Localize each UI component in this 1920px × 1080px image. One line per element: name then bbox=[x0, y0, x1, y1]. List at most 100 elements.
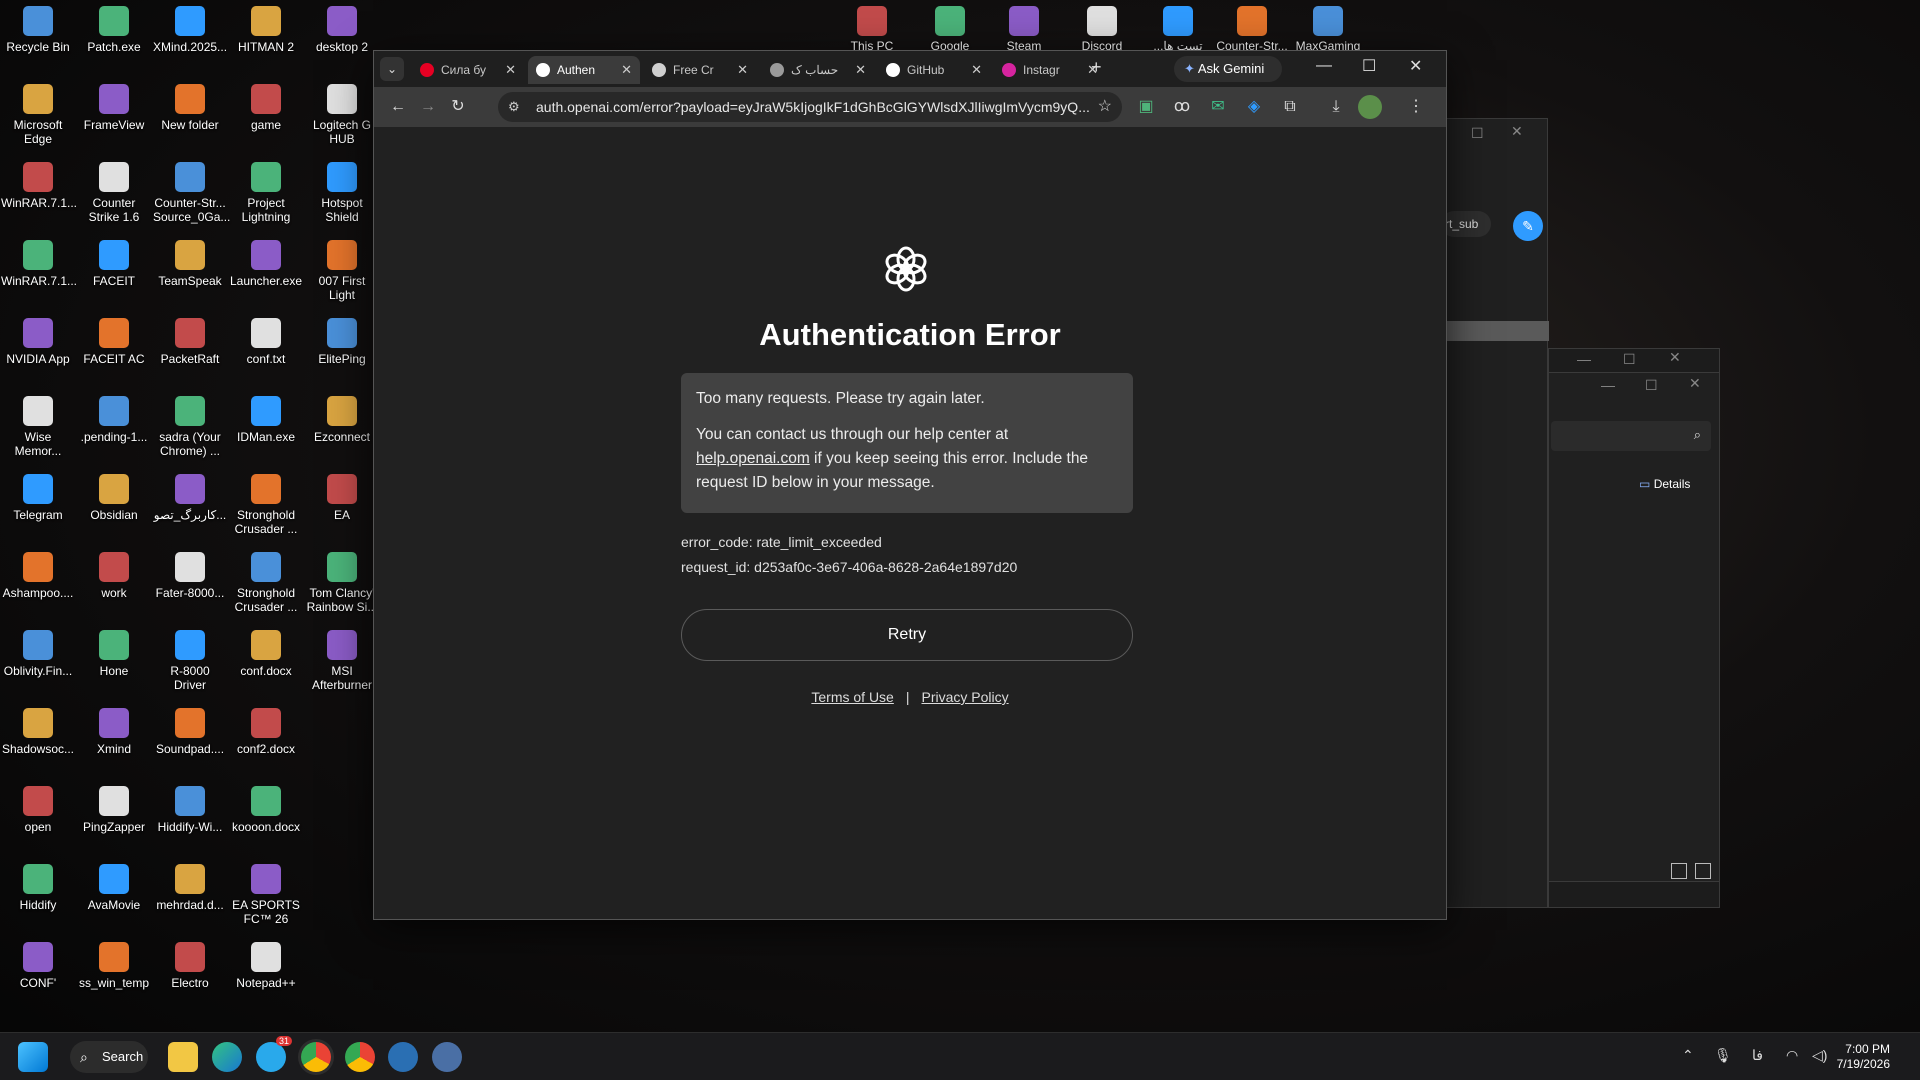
desktop-icon[interactable]: conf.docx bbox=[228, 624, 304, 696]
desktop-icon[interactable]: Shadowsoc... bbox=[0, 702, 76, 774]
thumbnail-view-icon[interactable] bbox=[1695, 863, 1711, 879]
desktop-icon[interactable]: PingZapper bbox=[76, 780, 152, 852]
desktop-icon[interactable]: NVIDIA App bbox=[0, 312, 76, 384]
browser-tab[interactable]: Free Cr ✕ bbox=[644, 56, 756, 84]
desktop-icon[interactable]: FACEIT bbox=[76, 234, 152, 306]
desktop-icon[interactable]: MSI Afterburner bbox=[304, 624, 380, 696]
menu-kebab-icon[interactable]: ⋮ bbox=[1404, 95, 1428, 119]
desktop-icon[interactable]: Notepad++ bbox=[228, 936, 304, 1008]
download-icon[interactable]: ⤓ bbox=[1324, 95, 1348, 119]
maximize-icon[interactable]: ☐ bbox=[1623, 351, 1636, 368]
desktop-icon[interactable]: Counter Strike 1.6 bbox=[76, 156, 152, 228]
maximize-icon[interactable]: ☐ bbox=[1645, 377, 1658, 394]
tab-search-button[interactable]: ⌄ bbox=[380, 57, 404, 81]
desktop-icon[interactable]: WinRAR.7.1... bbox=[0, 234, 77, 306]
desktop-icon[interactable]: sadra (Your Chrome) ... bbox=[152, 390, 228, 462]
address-bar[interactable]: ⚙ auth.openai.com/error?payload=eyJraW5k… bbox=[498, 92, 1122, 122]
browser-tab[interactable]: حساب ک ✕ bbox=[762, 56, 874, 84]
maximize-icon[interactable]: ☐ bbox=[1362, 56, 1376, 76]
extension-shield-icon[interactable]: ◈ bbox=[1242, 95, 1266, 119]
desktop-icon[interactable]: open bbox=[0, 780, 76, 852]
desktop-icon[interactable]: FrameView bbox=[76, 78, 152, 150]
desktop-icon[interactable]: ElitePing bbox=[304, 312, 380, 384]
desktop-icon[interactable]: Hotspot Shield bbox=[304, 156, 380, 228]
desktop-icon[interactable]: FACEIT AC bbox=[76, 312, 152, 384]
wifi-icon[interactable]: ◠ bbox=[1786, 1047, 1798, 1064]
desktop-icon[interactable]: ss_win_temp bbox=[76, 936, 152, 1008]
browser-tab[interactable]: Authen ✕ bbox=[528, 56, 640, 84]
desktop-icon[interactable]: work bbox=[76, 546, 152, 618]
help-center-link[interactable]: help.openai.com bbox=[696, 450, 810, 467]
desktop-icon[interactable]: TeamSpeak bbox=[152, 234, 228, 306]
extension-screen-icon[interactable]: ▣ bbox=[1134, 95, 1158, 119]
tab-close-icon[interactable]: ✕ bbox=[621, 62, 632, 78]
desktop-icon[interactable]: XMind.2025... bbox=[152, 0, 228, 72]
desktop-icon[interactable]: Soundpad.... bbox=[152, 702, 228, 774]
minimize-icon[interactable]: — bbox=[1577, 351, 1591, 367]
desktop-icon[interactable]: Wise Memor... bbox=[0, 390, 76, 462]
desktop-icon[interactable]: Project Lightning bbox=[228, 156, 304, 228]
site-info-icon[interactable]: ⚙ bbox=[508, 92, 520, 122]
desktop-icon[interactable]: IDMan.exe bbox=[228, 390, 304, 462]
desktop-icon[interactable]: Launcher.exe bbox=[228, 234, 304, 306]
desktop-icon[interactable]: Patch.exe bbox=[76, 0, 152, 72]
minimize-icon[interactable]: — bbox=[1601, 377, 1615, 393]
desktop-icon[interactable]: ...تست ها bbox=[1140, 0, 1216, 53]
extension-translate-icon[interactable]: ꝏ bbox=[1170, 95, 1194, 119]
telegram-icon[interactable]: 31 bbox=[256, 1036, 292, 1072]
desktop-icon[interactable]: Xmind bbox=[76, 702, 152, 774]
list-view-icon[interactable] bbox=[1671, 863, 1687, 879]
desktop-icon[interactable]: koooon.docx bbox=[228, 780, 304, 852]
browser-window[interactable]: ⌄ Сила бу ✕ Authen ✕ Free Cr ✕ حساب ک ✕ GitHub ✕ I… bbox=[373, 50, 1447, 920]
desktop-icon[interactable]: Tom Clancy' Rainbow Si... bbox=[304, 546, 380, 618]
desktop-icon[interactable]: Hone bbox=[76, 624, 152, 696]
tab-close-icon[interactable]: ✕ bbox=[855, 62, 866, 78]
desktop-icon[interactable]: CONF' bbox=[0, 936, 76, 1008]
close-icon[interactable]: ✕ bbox=[1511, 123, 1523, 140]
tab-pill[interactable]: rt_sub bbox=[1441, 211, 1491, 237]
microphone-icon[interactable]: 🎙 bbox=[1714, 1047, 1732, 1064]
desktop-icon[interactable]: Oblivity.Fin... bbox=[0, 624, 76, 696]
search-box[interactable]: ⌕ bbox=[1551, 421, 1711, 451]
desktop-icon[interactable]: EA SPORTS FC™ 26 bbox=[228, 858, 304, 930]
reload-icon[interactable]: ↻ bbox=[446, 95, 470, 119]
desktop-icon[interactable]: AvaMovie bbox=[76, 858, 152, 930]
desktop-icon[interactable]: Obsidian bbox=[76, 468, 152, 540]
desktop-icon[interactable]: Ashampoo.... bbox=[0, 546, 76, 618]
desktop-icon[interactable]: New folder bbox=[152, 78, 228, 150]
browser-tab[interactable]: GitHub ✕ bbox=[878, 56, 990, 84]
show-hidden-icons-icon[interactable]: ⌃ bbox=[1682, 1047, 1694, 1064]
volume-icon[interactable]: ◁) bbox=[1812, 1047, 1827, 1064]
desktop-icon[interactable]: Fater-8000... bbox=[152, 546, 228, 618]
app-v-icon[interactable] bbox=[388, 1042, 418, 1072]
extension-mail-icon[interactable]: ✉ bbox=[1206, 95, 1230, 119]
desktop-icon[interactable]: game bbox=[228, 78, 304, 150]
taskbar-search[interactable]: ⌕ Search bbox=[70, 1041, 148, 1073]
edge-icon[interactable] bbox=[212, 1042, 242, 1072]
desktop-icon[interactable]: Recycle Bin bbox=[0, 0, 76, 72]
file-explorer-window[interactable]: — ☐ ✕ ⌕ ▭ Details bbox=[1548, 372, 1720, 882]
desktop-icon[interactable]: Counter-Str... bbox=[1214, 0, 1290, 53]
desktop-icon[interactable]: Hiddify-Wi... bbox=[152, 780, 228, 852]
desktop-icon[interactable]: WinRAR.7.1... bbox=[0, 156, 77, 228]
tab-close-icon[interactable]: ✕ bbox=[737, 62, 748, 78]
close-icon[interactable]: ✕ bbox=[1669, 349, 1681, 366]
minimize-icon[interactable]: — bbox=[1316, 57, 1332, 75]
desktop-icon[interactable]: 007 First Light bbox=[304, 234, 380, 306]
desktop-icon[interactable]: Steam bbox=[986, 0, 1062, 53]
desktop-icon[interactable]: conf.txt bbox=[228, 312, 304, 384]
maximize-icon[interactable]: ☐ bbox=[1471, 125, 1484, 142]
windows-start-icon[interactable] bbox=[18, 1042, 48, 1072]
browser-tab[interactable]: Сила бу ✕ bbox=[412, 56, 524, 84]
desktop-icon[interactable]: Telegram bbox=[0, 468, 76, 540]
background-window-1[interactable]: ☐ ✕ rt_sub ✎ bbox=[1440, 118, 1549, 908]
tab-close-icon[interactable]: ✕ bbox=[505, 62, 516, 78]
back-icon[interactable]: ← bbox=[386, 95, 410, 119]
desktop-icon[interactable]: Hiddify bbox=[0, 858, 76, 930]
retry-button[interactable]: Retry bbox=[681, 609, 1133, 661]
profile-avatar[interactable] bbox=[1358, 95, 1382, 119]
chrome-icon[interactable] bbox=[301, 1042, 331, 1072]
teamspeak-icon[interactable] bbox=[432, 1042, 462, 1072]
desktop-icon[interactable]: This PC bbox=[834, 0, 910, 53]
desktop-icon[interactable]: .pending-1... bbox=[76, 390, 152, 462]
